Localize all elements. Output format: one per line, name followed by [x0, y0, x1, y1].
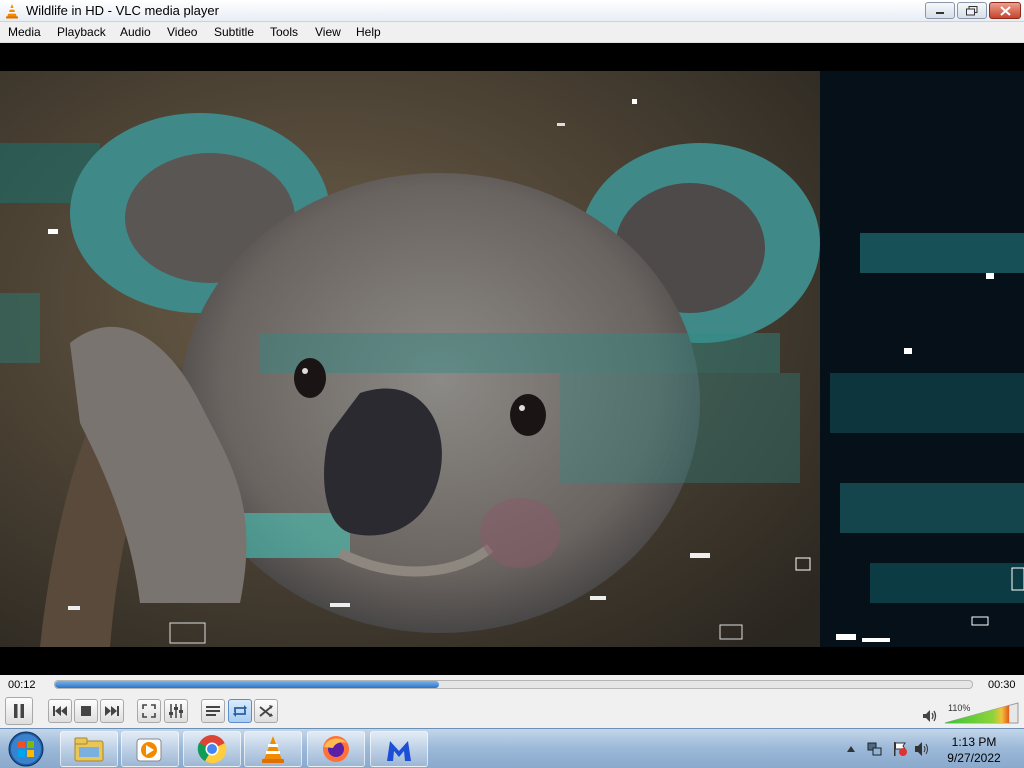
close-button[interactable] — [989, 2, 1021, 19]
next-icon — [105, 706, 119, 716]
previous-icon — [53, 706, 67, 716]
playlist-icon — [206, 706, 220, 716]
close-icon — [999, 5, 1011, 16]
video-surface[interactable] — [0, 43, 1024, 675]
playlist-button[interactable] — [201, 699, 225, 723]
system-clock[interactable]: 1:13 PM 9/27/2022 — [944, 734, 1004, 766]
stop-icon — [81, 706, 91, 716]
taskbar-firefox[interactable] — [307, 731, 365, 767]
menu-playback[interactable]: Playback — [57, 25, 106, 39]
taskbar-chrome[interactable] — [183, 731, 241, 767]
show-hidden-icons-icon[interactable] — [846, 745, 856, 753]
seek-progress — [55, 681, 440, 688]
control-bar: 110% — [0, 696, 1024, 728]
taskbar: 1:13 PM 9/27/2022 — [0, 728, 1024, 768]
loop-button[interactable] — [228, 699, 252, 723]
extended-settings-button[interactable] — [164, 699, 188, 723]
time-elapsed[interactable]: 00:12 — [8, 679, 36, 691]
menu-bar: Media Playback Audio Video Subtitle Tool… — [0, 22, 1024, 43]
vlc-icon — [262, 736, 284, 763]
menu-help[interactable]: Help — [356, 25, 381, 39]
taskbar-explorer[interactable] — [60, 731, 118, 767]
volume-slider[interactable] — [944, 702, 1019, 724]
volume-tray-icon[interactable] — [914, 741, 930, 757]
speaker-icon[interactable] — [922, 709, 938, 723]
video-frame-koala — [0, 71, 1024, 647]
extended-settings-icon — [169, 704, 183, 718]
time-total[interactable]: 00:30 — [988, 679, 1016, 691]
taskbar-media-player[interactable] — [121, 731, 179, 767]
windows-explorer-icon — [74, 737, 104, 762]
pause-icon — [14, 704, 24, 718]
action-center-flag-icon[interactable] — [892, 741, 908, 757]
menu-view[interactable]: View — [315, 25, 341, 39]
volume-fill — [945, 703, 1010, 723]
shuffle-button[interactable] — [254, 699, 278, 723]
minimize-button[interactable] — [925, 2, 955, 19]
pause-button[interactable] — [5, 697, 33, 725]
loop-icon — [233, 705, 247, 717]
vlc-cone-icon — [6, 4, 18, 19]
menu-video[interactable]: Video — [167, 25, 197, 39]
firefox-icon — [323, 736, 349, 762]
chrome-icon — [197, 735, 227, 764]
clock-date: 9/27/2022 — [947, 751, 1001, 765]
previous-button[interactable] — [48, 699, 72, 723]
fullscreen-button[interactable] — [137, 699, 161, 723]
restore-button[interactable] — [957, 2, 987, 19]
minimize-icon — [936, 11, 944, 14]
stop-button[interactable] — [74, 699, 98, 723]
menu-media[interactable]: Media — [8, 25, 41, 39]
menu-audio[interactable]: Audio — [120, 25, 151, 39]
taskbar-malwarebytes[interactable] — [370, 731, 428, 767]
title-bar: Wildlife in HD - VLC media player — [0, 0, 1024, 22]
shuffle-icon — [259, 705, 273, 717]
network-icon[interactable] — [867, 741, 883, 757]
seek-bar[interactable] — [54, 680, 973, 689]
media-player-icon — [136, 738, 162, 762]
start-button[interactable] — [6, 730, 46, 768]
restore-icon — [966, 5, 978, 15]
seek-row: 00:12 00:30 — [0, 675, 1024, 696]
clock-time: 1:13 PM — [951, 735, 997, 749]
malwarebytes-icon — [387, 741, 411, 761]
taskbar-vlc[interactable] — [244, 731, 302, 767]
menu-tools[interactable]: Tools — [270, 25, 298, 39]
next-button[interactable] — [100, 699, 124, 723]
fullscreen-icon — [142, 704, 156, 718]
window-title: Wildlife in HD - VLC media player — [26, 3, 219, 18]
menu-subtitle[interactable]: Subtitle — [214, 25, 254, 39]
